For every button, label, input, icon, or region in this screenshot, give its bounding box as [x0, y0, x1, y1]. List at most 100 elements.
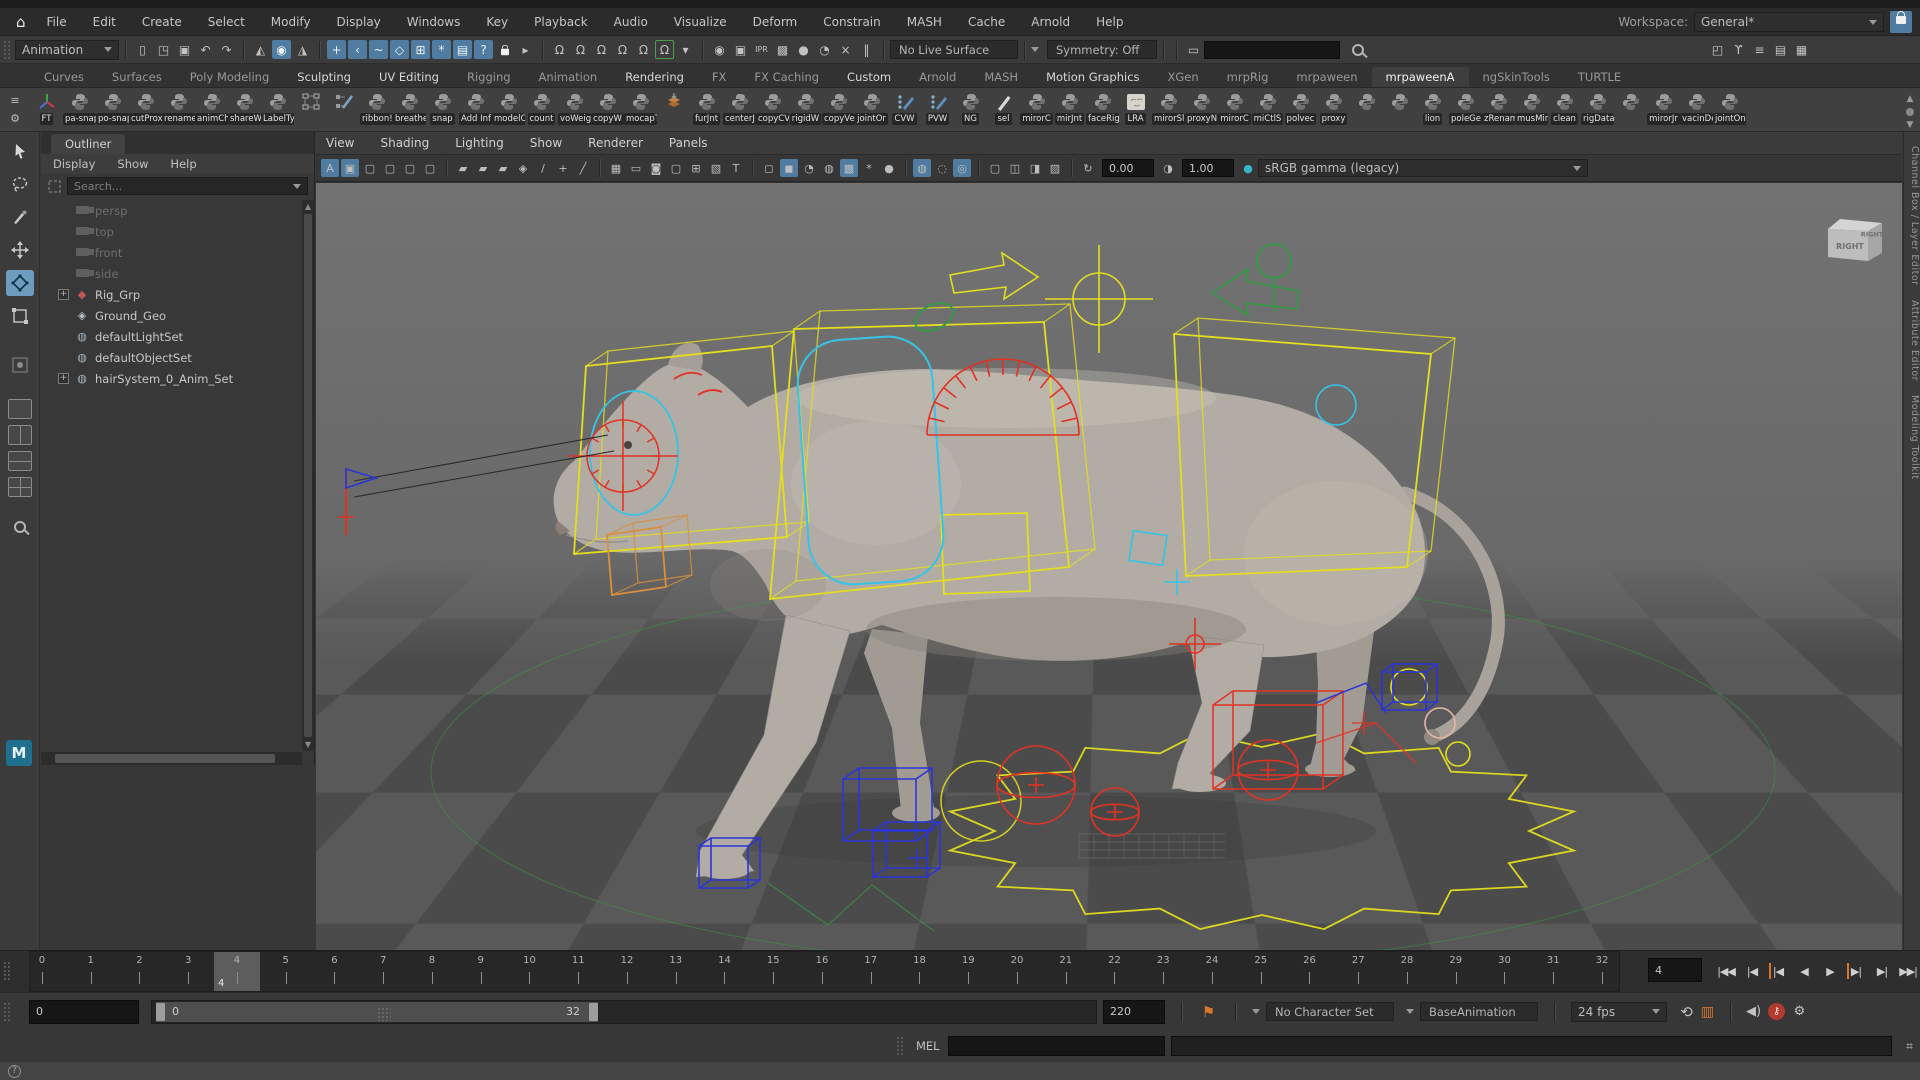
layout-two-pane-button[interactable]	[8, 425, 32, 445]
zoom-tool-button[interactable]	[6, 514, 34, 540]
expand-icon[interactable]: +	[58, 373, 69, 384]
shelf-tab-ngskintools[interactable]: ngSkinTools	[1469, 67, 1564, 87]
shelf-item-nodebrush[interactable]	[327, 90, 360, 113]
render-current-frame-icon[interactable]: ▣	[731, 40, 750, 59]
menu-edit[interactable]: Edit	[80, 15, 129, 29]
step-forward-key-button[interactable]: ▶|	[1844, 960, 1868, 984]
shelf-item-animCh[interactable]: animCh	[195, 90, 228, 125]
shelf-item-miCtlS[interactable]: miCtlS	[1251, 90, 1284, 125]
shelf-item-NG[interactable]: NG	[954, 90, 987, 125]
shelf-gear-icon[interactable]: ⚙	[10, 112, 20, 125]
shelf-item-jointOr[interactable]: jointOr	[855, 90, 888, 125]
safe-title-icon[interactable]: T	[727, 159, 745, 177]
viewport-menu-shading[interactable]: Shading	[380, 136, 429, 150]
exposure-field[interactable]: 0.00	[1102, 159, 1154, 177]
shelf-tab-rendering[interactable]: Rendering	[611, 67, 698, 87]
status-line-grip[interactable]	[3, 40, 12, 60]
play-backwards-button[interactable]: ◀	[1792, 960, 1816, 984]
shelf-tab-mrpaween[interactable]: mrpaween	[1282, 67, 1371, 87]
snap-curve-icon[interactable]: Ω	[571, 40, 590, 59]
move-tool-button[interactable]	[6, 237, 34, 263]
shelf-tab-rigging[interactable]: Rigging	[453, 67, 525, 87]
shelf-tab-turtle[interactable]: TURTLE	[1564, 67, 1635, 87]
shelf-item-musMir[interactable]: musMir	[1515, 90, 1548, 125]
shelf-item-centerJ[interactable]: centerJ	[723, 90, 756, 125]
gamma-icon[interactable]: ◑	[1159, 159, 1177, 177]
shelf-item-orange[interactable]	[657, 90, 690, 113]
outliner-menu-show[interactable]: Show	[117, 157, 148, 171]
workspace-dropdown[interactable]: General*	[1694, 12, 1884, 32]
shelf-item-modelC[interactable]: modelC	[492, 90, 525, 125]
outliner-item-persp[interactable]: persp	[41, 200, 302, 221]
snap-projected-center-icon[interactable]: Ω	[613, 40, 632, 59]
shelf-item-lion[interactable]: lion	[1416, 90, 1449, 125]
shelf-item-voWeig[interactable]: voWeig	[558, 90, 591, 125]
viewport-menu-view[interactable]: View	[326, 136, 354, 150]
shelf-item-mirorJr[interactable]: mirorJr	[1647, 90, 1680, 125]
range-bar-grip[interactable]	[3, 1002, 12, 1022]
textured-icon[interactable]: ◔	[800, 159, 818, 177]
shelf-item-jointOn[interactable]: jointOn	[1713, 90, 1746, 125]
paint-select-tool-button[interactable]	[6, 204, 34, 230]
shelf-tab-custom[interactable]: Custom	[833, 67, 905, 87]
auto-key-icon[interactable]: ⚷	[1768, 1003, 1785, 1020]
character-set-dropdown[interactable]: No Character Set	[1266, 1002, 1394, 1021]
lasso-tool-button[interactable]	[6, 171, 34, 197]
shelf-tab-arnold[interactable]: Arnold	[905, 67, 970, 87]
shelf-tab-fx-caching[interactable]: FX Caching	[740, 67, 833, 87]
view-orientation-cube[interactable]: RIGHT RIGHT	[1824, 211, 1886, 267]
shelf-tab-mrpaweena[interactable]: mrpaweenA	[1372, 67, 1469, 87]
isolate-icon[interactable]: ◎	[953, 159, 971, 177]
outliner-item-Ground_Geo[interactable]: ◈Ground_Geo	[41, 305, 302, 326]
menu-playback[interactable]: Playback	[521, 15, 601, 29]
select-component-icon[interactable]: ◮	[293, 40, 312, 59]
chevron-down-icon[interactable]	[1031, 47, 1039, 52]
shelf-item-clean[interactable]: clean	[1548, 90, 1581, 125]
modeling-toolkit-toggle-icon[interactable]: ◰	[1708, 40, 1727, 59]
depth-of-field-icon[interactable]: ◌	[933, 159, 951, 177]
menu-select[interactable]: Select	[195, 15, 258, 29]
snap-point-icon[interactable]: Ω	[592, 40, 611, 59]
shelf-tab-mrprig[interactable]: mrpRig	[1213, 67, 1283, 87]
viewport-menu-renderer[interactable]: Renderer	[588, 136, 643, 150]
menu-deform[interactable]: Deform	[740, 15, 811, 29]
shelf-item-rigData[interactable]: rigData	[1581, 90, 1614, 125]
step-forward-frame-button[interactable]: ▶|	[1870, 960, 1894, 984]
range-end-handle[interactable]	[589, 1003, 598, 1021]
shelf-tab-poly-modeling[interactable]: Poly Modeling	[176, 67, 284, 87]
right-tab-attribute-editor[interactable]: Attribute Editor	[1904, 300, 1920, 381]
outliner-item-defaultObjectSet[interactable]: ◍defaultObjectSet	[41, 347, 302, 368]
expand-icon[interactable]: +	[58, 289, 69, 300]
xray-active-icon[interactable]: ◨	[1026, 159, 1044, 177]
playblast-icon[interactable]: ▥	[1698, 1002, 1717, 1021]
outliner-item-Rig_Grp[interactable]: +◆Rig_Grp	[41, 284, 302, 305]
snap-move-icon[interactable]: +	[554, 159, 572, 177]
plugin-shading-icon[interactable]: ▨	[1046, 159, 1064, 177]
select-dynamics-icon[interactable]: *	[432, 40, 451, 59]
right-tab-modeling-toolkit[interactable]: Modeling Toolkit	[1904, 395, 1920, 480]
shelf-item-python[interactable]	[1350, 90, 1383, 113]
outliner-menu-help[interactable]: Help	[170, 157, 196, 171]
motion-blur-icon[interactable]: ●	[880, 159, 898, 177]
two-d-pan-zoom-icon[interactable]: ▢	[421, 159, 439, 177]
attribute-editor-toggle-icon[interactable]: ≡	[1750, 40, 1769, 59]
select-curves-icon[interactable]: ~	[369, 40, 388, 59]
shelf-item-zRenam[interactable]: zRenam	[1482, 90, 1515, 125]
shelf-tab-animation[interactable]: Animation	[525, 67, 612, 87]
shelf-item-po-snap[interactable]: po-snap	[96, 90, 129, 125]
menu-set-dropdown[interactable]: Animation	[15, 40, 119, 60]
shelf-item-python[interactable]	[1614, 90, 1647, 113]
shelf-tab-uv-editing[interactable]: UV Editing	[365, 67, 453, 87]
go-to-end-button[interactable]: ▶▶|	[1896, 960, 1920, 984]
image-plane-icon[interactable]: ▢	[401, 159, 419, 177]
menu-mash[interactable]: MASH	[894, 15, 955, 29]
exposure-icon[interactable]: ↻	[1079, 159, 1097, 177]
render-settings-icon[interactable]: ▩	[773, 40, 792, 59]
select-hierarchy-icon[interactable]: ◭	[251, 40, 270, 59]
highlight-selection-icon[interactable]: ▸	[516, 40, 535, 59]
tool-settings-toggle-icon[interactable]: ▤	[1771, 40, 1790, 59]
shelf-item-copyCV[interactable]: copyCV	[756, 90, 789, 125]
bookmark-add-icon[interactable]: ⚑	[1199, 1002, 1218, 1021]
shelf-item-python[interactable]	[1383, 90, 1416, 113]
play-forwards-button[interactable]: ▶	[1818, 960, 1842, 984]
